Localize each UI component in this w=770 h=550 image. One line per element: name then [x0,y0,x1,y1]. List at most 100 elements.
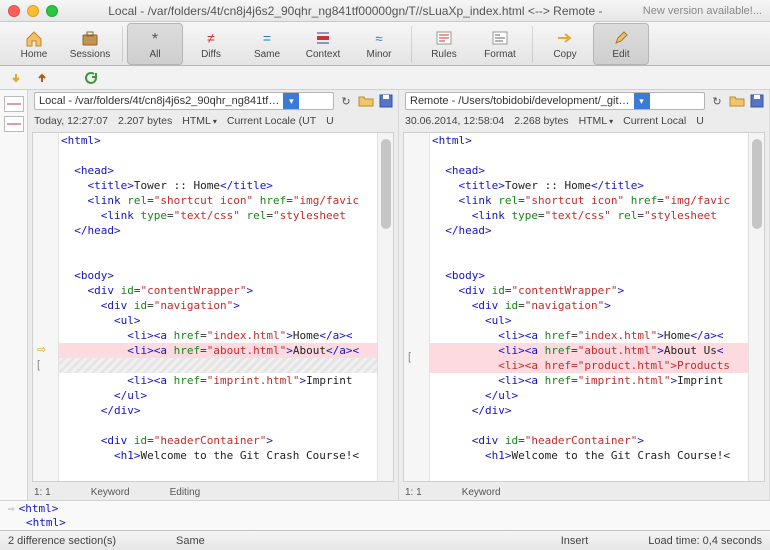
code-line[interactable]: <div id="navigation"> [430,298,748,313]
code-line[interactable] [59,238,377,253]
diffs-button[interactable]: ≠ Diffs [183,23,239,65]
code-line[interactable]: <li><a href="product.html">Products [430,358,748,373]
code-line[interactable]: <head> [430,163,748,178]
scrollbar[interactable] [377,133,393,481]
code-line[interactable] [59,253,377,268]
code-line[interactable] [430,418,748,433]
context-icon [315,28,331,48]
close-icon[interactable] [8,5,20,17]
code-line[interactable] [59,358,377,373]
svg-text:=: = [263,30,271,46]
code-line[interactable]: <li><a href="imprint.html">Imprint [59,373,377,388]
reload-icon[interactable]: ↻ [709,93,725,109]
same-button[interactable]: = Same [239,23,295,65]
edit-button[interactable]: Edit [593,23,649,65]
code-line[interactable]: </ul> [430,388,748,403]
home-icon [24,28,44,48]
code-line[interactable]: </head> [59,223,377,238]
bracket-icon: [ [408,351,411,363]
code-line[interactable]: <html> [59,133,377,148]
page-thumbnail[interactable] [4,116,24,132]
arrow-icon: ⇨ [8,502,15,515]
save-icon[interactable] [749,93,765,109]
not-equal-icon: ≠ [203,28,219,48]
left-pane: Local - /var/folders/4t/cn8j4j6s2_90qhr_… [28,90,399,500]
refresh-icon[interactable] [82,70,98,86]
equal-icon: = [259,28,275,48]
save-icon[interactable] [378,93,394,109]
code-line[interactable]: <div id="headerContainer"> [59,433,377,448]
code-line[interactable] [59,148,377,163]
code-line[interactable]: </div> [59,403,377,418]
chevron-down-icon[interactable]: ▾ [283,93,299,109]
rules-button[interactable]: Rules [416,23,472,65]
rules-icon [435,28,453,48]
left-path-field[interactable]: Local - /var/folders/4t/cn8j4j6s2_90qhr_… [34,92,334,110]
right-meta: 30.06.2014, 12:58:04 2.268 bytes HTML▾ C… [399,112,769,130]
code-line[interactable]: <html> [430,133,748,148]
code-line[interactable]: <link type="text/css" rel="stylesheet [430,208,748,223]
code-line[interactable]: <li><a href="imprint.html">Imprint [430,373,748,388]
code-line[interactable]: <li><a href="about.html">About</a>< [59,343,377,358]
diff-count: 2 difference section(s) [8,535,116,547]
code-line[interactable]: <body> [59,268,377,283]
scrollbar[interactable] [748,133,764,481]
folder-open-icon[interactable] [358,93,374,109]
copy-button[interactable]: Copy [537,23,593,65]
zoom-icon[interactable] [46,5,58,17]
minor-icon: ≈ [371,28,387,48]
minor-button[interactable]: ≈ Minor [351,23,407,65]
code-line[interactable]: <h1>Welcome to the Git Crash Course!< [430,448,748,463]
main-area: Local - /var/folders/4t/cn8j4j6s2_90qhr_… [0,90,770,500]
format-button[interactable]: Format [472,23,528,65]
minimize-icon[interactable] [27,5,39,17]
code-line[interactable]: <title>Tower :: Home</title> [430,178,748,193]
encoding-select[interactable]: Current Local [623,115,686,127]
code-line[interactable]: <head> [59,163,377,178]
lang-select[interactable]: HTML▾ [579,115,614,127]
code-line[interactable]: <h1>Welcome to the Git Crash Course!< [59,448,377,463]
lang-select[interactable]: HTML▾ [182,115,217,127]
code-line[interactable]: <div id="contentWrapper"> [430,283,748,298]
left-editor[interactable]: ⇨ [ <html> <head> <title>Tower :: Home</… [32,132,394,482]
code-line[interactable]: <li><a href="about.html">About Us< [430,343,748,358]
folder-open-icon[interactable] [729,93,745,109]
prev-diff-up-icon[interactable] [34,70,50,86]
encoding-select[interactable]: Current Locale (UT [227,115,316,127]
code-line[interactable]: <ul> [59,313,377,328]
update-notice[interactable]: New version available!... [643,5,762,17]
code-line[interactable]: <div id="contentWrapper"> [59,283,377,298]
code-line[interactable]: <link rel="shortcut icon" href="img/favi… [59,193,377,208]
home-button[interactable]: Home [6,23,62,65]
code-line[interactable] [430,148,748,163]
right-path-field[interactable]: Remote - /Users/tobidobi/development/_gi… [405,92,705,110]
code-line[interactable]: </head> [430,223,748,238]
status-same: Same [176,535,205,547]
code-line[interactable]: <div id="headerContainer"> [430,433,748,448]
next-diff-down-icon[interactable] [8,70,24,86]
right-editor[interactable]: [ <html> <head> <title>Tower :: Home</ti… [403,132,765,482]
code-line[interactable]: <link type="text/css" rel="stylesheet [59,208,377,223]
code-line[interactable]: <li><a href="index.html">Home</a>< [430,328,748,343]
reload-icon[interactable]: ↻ [338,93,354,109]
context-button[interactable]: Context [295,23,351,65]
code-line[interactable]: </div> [430,403,748,418]
code-line[interactable]: <body> [430,268,748,283]
code-line[interactable]: <ul> [430,313,748,328]
current-diff-arrow-icon: ⇨ [37,343,46,356]
svg-text:≈: ≈ [375,31,382,46]
code-line[interactable]: <li><a href="index.html">Home</a>< [59,328,377,343]
code-line[interactable]: <title>Tower :: Home</title> [59,178,377,193]
code-line[interactable]: </ul> [59,388,377,403]
sessions-button[interactable]: Sessions [62,23,118,65]
code-line[interactable]: <link rel="shortcut icon" href="img/favi… [430,193,748,208]
code-line[interactable] [430,253,748,268]
code-line[interactable] [430,238,748,253]
code-line[interactable] [59,418,377,433]
right-path-text: Remote - /Users/tobidobi/development/_gi… [410,95,630,107]
all-button[interactable]: * All [127,23,183,65]
code-line[interactable]: <div id="navigation"> [59,298,377,313]
nav-bar [0,66,770,90]
chevron-down-icon[interactable]: ▾ [634,93,650,109]
page-thumbnail[interactable] [4,96,24,112]
